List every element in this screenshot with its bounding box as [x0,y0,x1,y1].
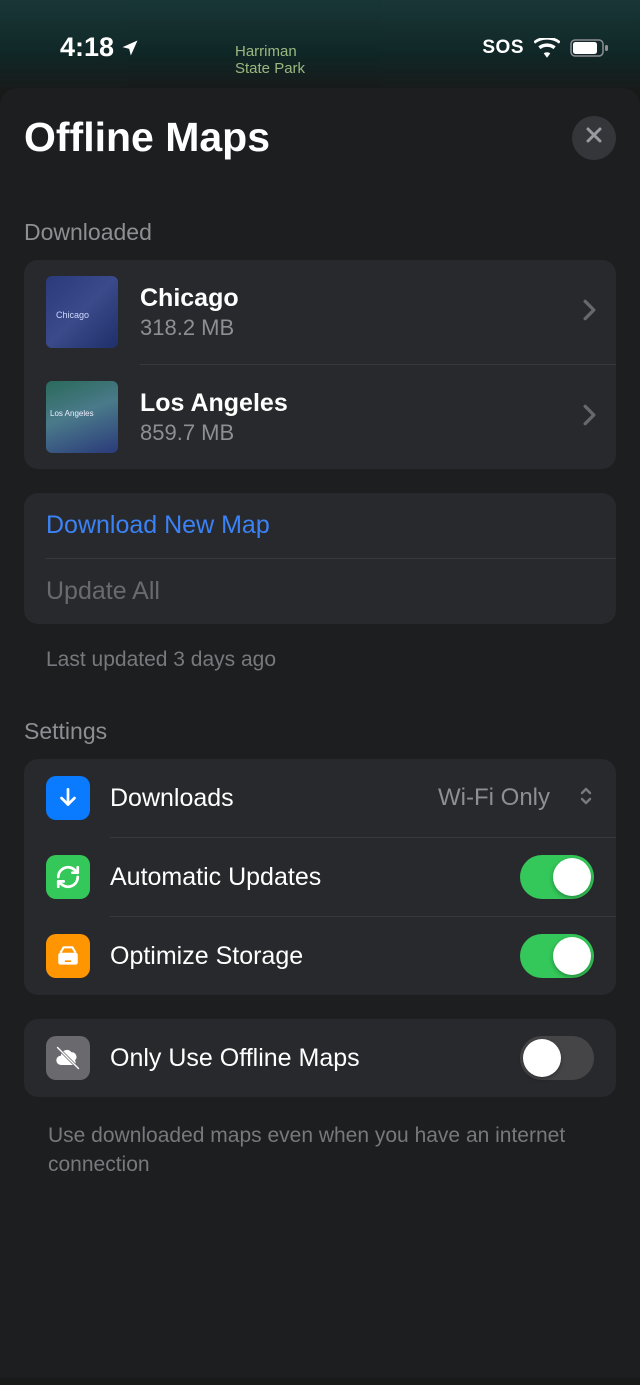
wifi-icon [534,38,560,58]
page-title: Offline Maps [24,114,270,161]
downloads-setting-row[interactable]: Downloads Wi-Fi Only [24,759,616,837]
selector-icon [578,784,594,813]
status-time: 4:18 [60,32,114,63]
map-name: Chicago [140,284,561,313]
optimize-label: Optimize Storage [110,942,500,971]
only-offline-toggle[interactable] [520,1036,594,1080]
offline-maps-sheet: Offline Maps Downloaded Chicago 318.2 MB… [0,88,640,1378]
optimize-storage-row: Optimize Storage [24,917,616,995]
map-thumbnail [46,381,118,453]
settings-card: Downloads Wi-Fi Only Automatic Updates [24,759,616,995]
chevron-right-icon [583,299,596,326]
cloud-off-icon [46,1036,90,1080]
status-bar: 4:18 SOS [0,0,640,80]
download-icon [46,776,90,820]
storage-icon [46,934,90,978]
map-size: 859.7 MB [140,420,561,446]
downloads-label: Downloads [110,784,418,813]
map-item-chicago[interactable]: Chicago 318.2 MB [24,260,616,364]
map-size: 318.2 MB [140,315,561,341]
chevron-right-icon [583,404,596,431]
close-button[interactable] [572,116,616,160]
close-icon [584,125,604,150]
sos-indicator: SOS [482,37,524,59]
download-new-map-button[interactable]: Download New Map [24,493,616,558]
refresh-icon [46,855,90,899]
downloaded-maps-card: Chicago 318.2 MB Los Angeles 859.7 MB [24,260,616,469]
last-updated-text: Last updated 3 days ago [46,648,616,672]
automatic-updates-row: Automatic Updates [24,838,616,916]
actions-card: Download New Map Update All [24,493,616,624]
downloaded-header: Downloaded [24,219,616,246]
only-offline-row: Only Use Offline Maps [24,1019,616,1097]
only-offline-card: Only Use Offline Maps [24,1019,616,1097]
only-offline-hint: Use downloaded maps even when you have a… [48,1121,616,1180]
settings-header: Settings [24,718,616,745]
map-name: Los Angeles [140,389,561,418]
auto-updates-toggle[interactable] [520,855,594,899]
downloads-value: Wi-Fi Only [438,784,550,812]
only-offline-label: Only Use Offline Maps [110,1044,500,1073]
map-item-los-angeles[interactable]: Los Angeles 859.7 MB [24,365,616,469]
optimize-toggle[interactable] [520,934,594,978]
location-icon [120,38,140,58]
auto-updates-label: Automatic Updates [110,863,500,892]
update-all-button[interactable]: Update All [24,559,616,624]
battery-icon [570,38,610,58]
map-thumbnail [46,276,118,348]
